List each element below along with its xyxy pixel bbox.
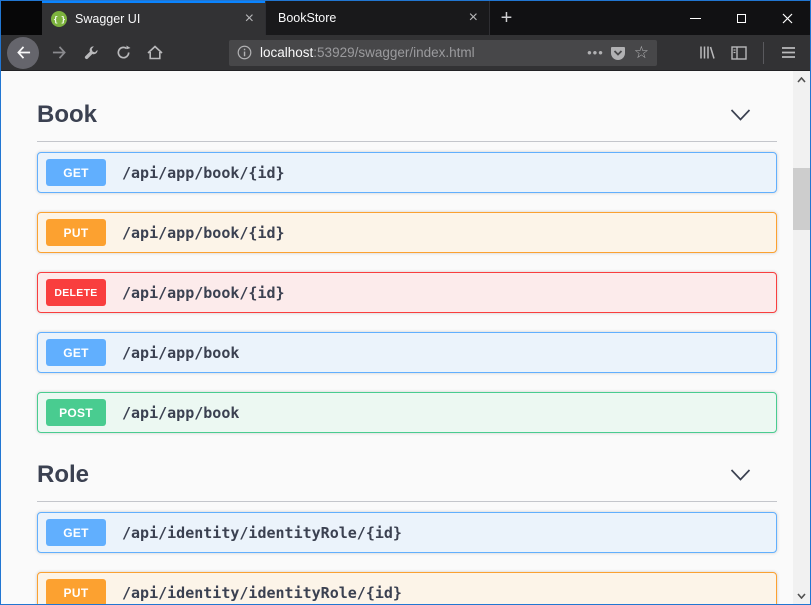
endpoint-row[interactable]: POST /api/app/book xyxy=(37,392,777,433)
minimize-icon xyxy=(690,18,701,19)
tab-title: Swagger UI xyxy=(75,12,243,26)
address-bar[interactable]: localhost:53929/swagger/index.html ••• ☆ xyxy=(229,40,657,66)
scroll-up-icon xyxy=(797,77,806,83)
page-actions-button[interactable]: ••• xyxy=(587,45,604,60)
url-text[interactable]: localhost:53929/swagger/index.html xyxy=(260,45,581,60)
reload-button[interactable] xyxy=(110,40,136,66)
toolbar-separator xyxy=(763,42,764,64)
tab-title: BookStore xyxy=(278,11,467,25)
endpoint-path: /api/identity/identityRole/{id} xyxy=(122,524,402,542)
tab-bar: { } Swagger UI × BookStore × + xyxy=(1,1,810,35)
method-badge: POST xyxy=(46,399,106,426)
endpoint-path: /api/app/book/{id} xyxy=(122,224,285,242)
window-minimize-button[interactable] xyxy=(672,1,718,35)
endpoint-path: /api/app/book xyxy=(122,404,239,422)
tab-bookstore[interactable]: BookStore × xyxy=(265,1,490,35)
tab-swagger-ui[interactable]: { } Swagger UI × xyxy=(42,1,265,35)
window-close-button[interactable] xyxy=(764,1,810,35)
forward-button[interactable] xyxy=(46,40,72,66)
titlebar-drag-area xyxy=(523,1,672,35)
menu-button[interactable] xyxy=(775,40,801,66)
endpoint-row[interactable]: GET /api/identity/identityRole/{id} xyxy=(37,512,777,553)
endpoint-row[interactable]: PUT /api/identity/identityRole/{id} xyxy=(37,572,777,604)
endpoint-path: /api/app/book xyxy=(122,344,239,362)
new-tab-button[interactable]: + xyxy=(490,1,523,35)
back-arrow-icon xyxy=(16,45,31,60)
api-tag-section: Book GET /api/app/book/{id} PUT /api/app… xyxy=(37,101,777,433)
tab-close-icon[interactable]: × xyxy=(243,11,256,27)
swagger-page: Book GET /api/app/book/{id} PUT /api/app… xyxy=(1,71,793,604)
site-info-icon xyxy=(237,45,252,60)
home-icon xyxy=(147,45,163,60)
api-tag-section: Role GET /api/identity/identityRole/{id}… xyxy=(37,461,777,604)
navigation-toolbar: localhost:53929/swagger/index.html ••• ☆ xyxy=(1,35,810,71)
tools-button[interactable] xyxy=(78,40,104,66)
endpoint-list: GET /api/app/book/{id} PUT /api/app/book… xyxy=(37,142,777,433)
chevron-down-icon[interactable] xyxy=(730,469,751,481)
endpoint-row[interactable]: PUT /api/app/book/{id} xyxy=(37,212,777,253)
reload-icon xyxy=(116,45,131,60)
tag-header[interactable]: Book xyxy=(37,101,777,129)
hamburger-menu-icon xyxy=(781,46,796,59)
scrollbar-down-button[interactable] xyxy=(793,587,810,604)
tab-close-icon[interactable]: × xyxy=(467,10,480,26)
maximize-icon xyxy=(737,14,746,23)
titlebar-left-space xyxy=(1,1,42,35)
wrench-icon xyxy=(84,45,99,60)
method-badge: GET xyxy=(46,519,106,546)
page-content: Book GET /api/app/book/{id} PUT /api/app… xyxy=(1,71,810,604)
endpoint-path: /api/app/book/{id} xyxy=(122,164,285,182)
api-sections: Book GET /api/app/book/{id} PUT /api/app… xyxy=(37,101,777,604)
endpoint-path: /api/identity/identityRole/{id} xyxy=(122,584,402,602)
url-path: :53929/swagger/index.html xyxy=(313,45,474,60)
tag-title: Book xyxy=(37,101,97,129)
browser-window: { } Swagger UI × BookStore × + xyxy=(0,0,811,605)
back-button[interactable] xyxy=(7,37,39,69)
library-button[interactable] xyxy=(694,40,720,66)
vertical-scrollbar[interactable] xyxy=(793,71,810,604)
chevron-down-icon[interactable] xyxy=(730,109,751,121)
close-icon xyxy=(782,13,793,24)
sidebar-toggle-button[interactable] xyxy=(726,40,752,66)
method-badge: PUT xyxy=(46,579,106,604)
scrollbar-up-button[interactable] xyxy=(793,71,810,88)
scroll-down-icon xyxy=(797,593,806,599)
endpoint-path: /api/app/book/{id} xyxy=(122,284,285,302)
method-badge: PUT xyxy=(46,219,106,246)
method-badge: DELETE xyxy=(46,279,106,306)
tag-header[interactable]: Role xyxy=(37,461,777,489)
toolbar-right-group xyxy=(691,40,804,66)
window-maximize-button[interactable] xyxy=(718,1,764,35)
method-badge: GET xyxy=(46,339,106,366)
scrollbar-thumb[interactable] xyxy=(793,168,810,230)
bookmark-star-icon[interactable]: ☆ xyxy=(634,43,649,63)
endpoint-row[interactable]: GET /api/app/book/{id} xyxy=(37,152,777,193)
home-button[interactable] xyxy=(142,40,168,66)
url-host: localhost xyxy=(260,45,313,60)
pocket-icon[interactable] xyxy=(610,45,626,61)
tag-title: Role xyxy=(37,461,89,489)
library-icon xyxy=(699,45,715,60)
endpoint-row[interactable]: DELETE /api/app/book/{id} xyxy=(37,272,777,313)
swagger-favicon-icon: { } xyxy=(51,11,67,27)
method-badge: GET xyxy=(46,159,106,186)
endpoint-row[interactable]: GET /api/app/book xyxy=(37,332,777,373)
endpoint-list: GET /api/identity/identityRole/{id} PUT … xyxy=(37,502,777,604)
forward-arrow-icon xyxy=(52,45,67,60)
sidebar-icon xyxy=(731,46,747,60)
